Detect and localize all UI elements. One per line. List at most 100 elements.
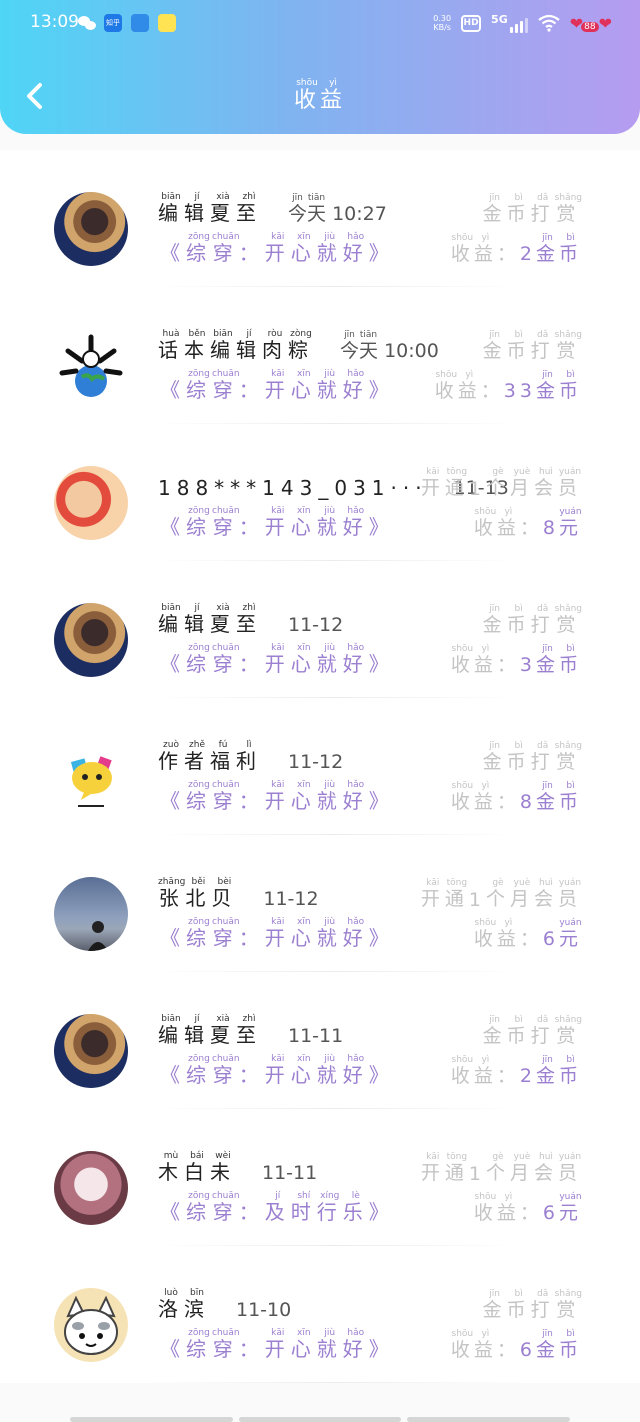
avatar[interactable] bbox=[54, 466, 128, 540]
pinyin-annotation: xīn bbox=[290, 1328, 317, 1338]
pinyin-annotation: zòng bbox=[288, 329, 314, 339]
earning-type: 开kāi 通tōng 1 个gè 月yuè 会huì 员yuán bbox=[421, 1145, 582, 1185]
ruby-base: 金 bbox=[535, 654, 559, 676]
ruby-base: 益 bbox=[473, 654, 497, 676]
pinyin-annotation: jiù bbox=[316, 917, 343, 927]
avatar[interactable] bbox=[54, 192, 128, 266]
book-title[interactable]: 《综zōng穿chuān：开kāi心xīn就jiù好hǎo》 bbox=[160, 363, 395, 403]
user-name[interactable]: 188***143_031··· bbox=[158, 476, 428, 500]
pinyin-annotation: zhì bbox=[236, 603, 262, 613]
pinyin-annotation: chuān bbox=[212, 917, 240, 927]
avatar[interactable] bbox=[54, 1014, 128, 1088]
earning-label: 收shōu益yì： bbox=[451, 781, 520, 814]
book-title[interactable]: 《综zōng穿chuān：开kāi心xīn就jiù好hǎo》 bbox=[160, 1048, 395, 1088]
user-name[interactable]: 编biān辑jí夏xià至zhì bbox=[158, 603, 262, 637]
pinyin-annotation: chuān bbox=[212, 506, 240, 516]
pinyin-annotation: shǎng bbox=[554, 741, 582, 751]
pinyin-annotation: luò bbox=[158, 1288, 184, 1298]
book-title-text: 《综zōng穿chuān：开kāi心xīn就jiù好hǎo》 bbox=[160, 506, 395, 540]
avatar[interactable] bbox=[54, 877, 128, 951]
earning-list-item[interactable]: 编biān辑jí夏xià至zhì 11-12 《综zōng穿chuān：开kāi心x… bbox=[0, 561, 640, 698]
earnings-list: 编biān辑jí夏xià至zhì 今jīn天tiān 10:27 《综zōng穿ch… bbox=[0, 150, 640, 1383]
earning-list-item[interactable]: 话huà本běn编biān辑jí肉ròu粽zòng 今jīn天tiān 10:00… bbox=[0, 287, 640, 424]
pinyin-annotation: jīn bbox=[340, 330, 359, 340]
earning-list-item[interactable]: 作zuò者zhě福fú利lì 11-12 《综zōng穿chuān：开kāi心xīn… bbox=[0, 698, 640, 835]
earning-amount-row: 收shōu益yì： 3金jīn币bì bbox=[451, 637, 582, 677]
earning-list-item[interactable]: 编biān辑jí夏xià至zhì 今jīn天tiān 10:27 《综zōng穿ch… bbox=[0, 150, 640, 287]
book-title[interactable]: 《综zōng穿chuān：开kāi心xīn就jiù好hǎo》 bbox=[160, 500, 395, 540]
ruby-base: 心 bbox=[290, 1063, 317, 1087]
avatar[interactable] bbox=[54, 1151, 128, 1225]
ruby-base: 益 bbox=[473, 1339, 497, 1361]
pinyin-annotation: yì bbox=[473, 1055, 497, 1065]
avatar[interactable] bbox=[54, 1288, 128, 1362]
ruby-base: 益 bbox=[496, 928, 520, 950]
back-button[interactable] bbox=[20, 78, 52, 114]
earning-list-item[interactable]: 188***143_031··· 11-13 《综zōng穿chuān：开kāi心x… bbox=[0, 424, 640, 561]
earning-list-item[interactable]: 编biān辑jí夏xià至zhì 11-11 《综zōng穿chuān：开kāi心x… bbox=[0, 972, 640, 1109]
pinyin-annotation: yuán bbox=[557, 467, 582, 477]
item-header-row: 编biān辑jí夏xià至zhì 今jīn天tiān 10:27 bbox=[158, 186, 387, 226]
ruby-base: 益 bbox=[496, 1202, 520, 1224]
ruby-base: 就 bbox=[316, 241, 343, 265]
book-title-text: 《综zōng穿chuān：开kāi心xīn就jiù好hǎo》 bbox=[160, 232, 395, 266]
pinyin-annotation: biān bbox=[158, 192, 184, 202]
pinyin-annotation: yì bbox=[496, 507, 520, 517]
plain-text: 11-12 bbox=[263, 888, 319, 910]
ruby-base: 打 bbox=[530, 614, 555, 636]
pinyin-annotation: dǎ bbox=[530, 1289, 555, 1299]
earning-list-item[interactable]: 木mù白bái未wèi 11-11 《综zōng穿chuān：及jí时shí行xín… bbox=[0, 1109, 640, 1246]
avatar[interactable] bbox=[54, 740, 128, 814]
user-name[interactable]: 作zuò者zhě福fú利lì bbox=[158, 740, 262, 774]
avatar[interactable] bbox=[54, 329, 128, 403]
earning-list-item[interactable]: 洛luò滨bīn 11-10 《综zōng穿chuān：开kāi心xīn就jiù好h… bbox=[0, 1246, 640, 1383]
book-title[interactable]: 《综zōng穿chuān：及jí时shí行xíng乐lè》 bbox=[160, 1185, 395, 1225]
user-name[interactable]: 编biān辑jí夏xià至zhì bbox=[158, 1014, 262, 1048]
ruby-base: 就 bbox=[316, 1337, 343, 1361]
ruby-base: 币 bbox=[506, 1025, 531, 1047]
earning-amount-row: 收shōu益yì： 6元yuán bbox=[474, 1185, 582, 1225]
user-name[interactable]: 木mù白bái未wèi bbox=[158, 1151, 236, 1185]
pinyin-annotation: tiān bbox=[307, 193, 327, 203]
pinyin-annotation: kāi bbox=[264, 369, 291, 379]
earning-value: 3金jīn币bì bbox=[520, 644, 582, 677]
ruby-base: 话 bbox=[158, 338, 184, 362]
book-title[interactable]: 《综zōng穿chuān：开kāi心xīn就jiù好hǎo》 bbox=[160, 637, 395, 677]
user-name[interactable]: 编biān辑jí夏xià至zhì bbox=[158, 192, 262, 226]
avatar[interactable] bbox=[54, 603, 128, 677]
pinyin-annotation: jí bbox=[184, 1014, 210, 1024]
plain-text: 《 bbox=[160, 241, 186, 265]
ruby-base: 好 bbox=[342, 789, 369, 813]
pinyin-annotation: chuān bbox=[212, 1054, 240, 1064]
earning-amount-row: 收shōu益yì： 2金jīn币bì bbox=[451, 226, 582, 266]
plain-text: ： bbox=[238, 652, 265, 676]
ruby-base: 编 bbox=[158, 201, 184, 225]
pinyin-annotation: bèi bbox=[211, 877, 238, 887]
ruby-base: 开 bbox=[264, 515, 291, 539]
book-title[interactable]: 《综zōng穿chuān：开kāi心xīn就jiù好hǎo》 bbox=[160, 774, 395, 814]
ruby-base: 贝 bbox=[211, 886, 238, 910]
pinyin-annotation: kāi bbox=[264, 232, 291, 242]
item-header-row: 编biān辑jí夏xià至zhì 11-11 bbox=[158, 1008, 343, 1048]
item-header-row: 木mù白bái未wèi 11-11 bbox=[158, 1145, 317, 1185]
ruby-base: 收 bbox=[450, 1065, 474, 1087]
user-name[interactable]: 话huà本běn编biān辑jí肉ròu粽zòng bbox=[158, 329, 314, 363]
book-title[interactable]: 《综zōng穿chuān：开kāi心xīn就jiù好hǎo》 bbox=[160, 1322, 395, 1362]
plain-text: ： bbox=[519, 517, 543, 539]
earning-list-item[interactable]: 张zhāng北běi贝bèi 11-12 《综zōng穿chuān：开kāi心xīn… bbox=[0, 835, 640, 972]
ruby-base: 心 bbox=[290, 1337, 317, 1361]
pinyin-annotation: shōu bbox=[450, 1055, 474, 1065]
book-title[interactable]: 《综zōng穿chuān：开kāi心xīn就jiù好hǎo》 bbox=[160, 226, 395, 266]
pinyin-annotation: shōu bbox=[434, 370, 458, 380]
plain-text: ： bbox=[480, 380, 504, 402]
plain-text: 《 bbox=[160, 378, 186, 402]
book-title[interactable]: 《综zōng穿chuān：开kāi心xīn就jiù好hǎo》 bbox=[160, 911, 395, 951]
ruby-base: 辑 bbox=[184, 201, 210, 225]
pinyin-annotation: dǎ bbox=[530, 330, 555, 340]
user-name[interactable]: 洛luò滨bīn bbox=[158, 1288, 210, 1322]
user-name[interactable]: 张zhāng北běi贝bèi bbox=[158, 877, 237, 911]
ruby-base: 福 bbox=[210, 749, 236, 773]
ruby-base: 币 bbox=[506, 203, 531, 225]
plain-text: ： bbox=[519, 928, 543, 950]
ruby-base: 至 bbox=[236, 1023, 262, 1047]
